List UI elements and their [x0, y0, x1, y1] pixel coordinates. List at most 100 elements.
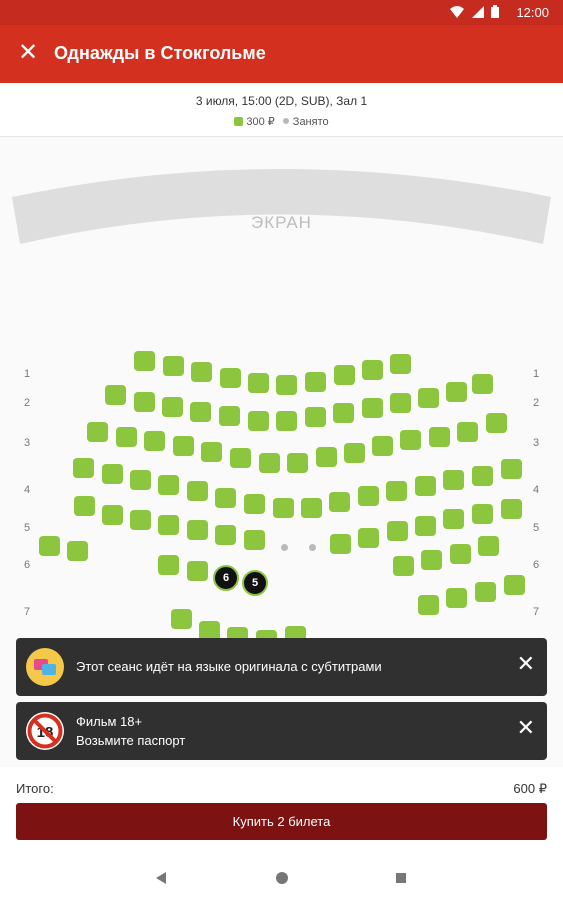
- seat[interactable]: [244, 530, 265, 550]
- seat[interactable]: [478, 536, 499, 556]
- seat[interactable]: [248, 373, 269, 393]
- seat[interactable]: [418, 595, 439, 615]
- seat[interactable]: [158, 555, 179, 575]
- seat[interactable]: [305, 407, 326, 427]
- seat[interactable]: [344, 443, 365, 463]
- seat[interactable]: [273, 498, 294, 518]
- seat[interactable]: [472, 466, 493, 486]
- row-label-left: 4: [23, 484, 31, 496]
- signal-icon: [471, 6, 484, 18]
- seat[interactable]: [158, 475, 179, 495]
- seat[interactable]: [358, 528, 379, 548]
- seat[interactable]: [418, 388, 439, 408]
- close-icon[interactable]: ✕: [16, 39, 40, 67]
- buy-button[interactable]: Купить 2 билета: [16, 803, 547, 840]
- seat[interactable]: [450, 544, 471, 564]
- home-icon[interactable]: [276, 872, 288, 884]
- seat[interactable]: [219, 406, 240, 426]
- seat[interactable]: [102, 464, 123, 484]
- seat[interactable]: [74, 496, 95, 516]
- close-age-notice-icon[interactable]: ✕: [517, 716, 535, 740]
- seat[interactable]: [390, 354, 411, 374]
- seat[interactable]: [130, 510, 151, 530]
- seat[interactable]: [244, 494, 265, 514]
- taken-seat: [309, 544, 316, 551]
- seat[interactable]: [386, 481, 407, 501]
- age-notice: 18 Фильм 18+ Возьмите паспорт ✕: [16, 702, 547, 760]
- seat[interactable]: [158, 515, 179, 535]
- seat[interactable]: [187, 520, 208, 540]
- seat[interactable]: [230, 448, 251, 468]
- seat[interactable]: [191, 362, 212, 382]
- recent-apps-icon[interactable]: [396, 873, 406, 883]
- seat[interactable]: [372, 436, 393, 456]
- seat[interactable]: [39, 536, 60, 556]
- row-label-left: 5: [23, 522, 31, 534]
- seat[interactable]: [134, 392, 155, 412]
- seat[interactable]: [187, 561, 208, 581]
- seat[interactable]: [446, 382, 467, 402]
- seat[interactable]: [457, 422, 478, 442]
- seat[interactable]: [329, 492, 350, 512]
- seat[interactable]: [501, 499, 522, 519]
- seat[interactable]: [362, 398, 383, 418]
- seat[interactable]: [276, 411, 297, 431]
- seat[interactable]: [475, 582, 496, 602]
- seat[interactable]: [73, 458, 94, 478]
- seat[interactable]: [421, 550, 442, 570]
- seat[interactable]: [116, 427, 137, 447]
- seat[interactable]: [87, 422, 108, 442]
- seat[interactable]: [443, 470, 464, 490]
- selected-seat[interactable]: 5: [242, 570, 268, 596]
- seat[interactable]: [220, 368, 241, 388]
- seat[interactable]: [163, 356, 184, 376]
- seat[interactable]: [472, 374, 493, 394]
- row-label-left: 7: [23, 606, 31, 618]
- seat[interactable]: [102, 505, 123, 525]
- seat[interactable]: [415, 476, 436, 496]
- seat[interactable]: [173, 436, 194, 456]
- seat[interactable]: [358, 486, 379, 506]
- seat[interactable]: [130, 470, 151, 490]
- seat[interactable]: [334, 365, 355, 385]
- seat[interactable]: [429, 427, 450, 447]
- seat[interactable]: [215, 525, 236, 545]
- close-subtitles-notice-icon[interactable]: ✕: [517, 652, 535, 676]
- seat[interactable]: [415, 516, 436, 536]
- seat[interactable]: [362, 360, 383, 380]
- seat[interactable]: [201, 442, 222, 462]
- seat[interactable]: [400, 430, 421, 450]
- selected-seat[interactable]: 6: [213, 565, 239, 591]
- seat[interactable]: [190, 402, 211, 422]
- seat[interactable]: [144, 431, 165, 451]
- seat[interactable]: [171, 609, 192, 629]
- seat[interactable]: [393, 556, 414, 576]
- seat[interactable]: [472, 504, 493, 524]
- subtitles-notice-text: Этот сеанс идёт на языке оригинала с суб…: [76, 659, 382, 674]
- seat[interactable]: [333, 403, 354, 423]
- seat[interactable]: [287, 453, 308, 473]
- wifi-icon: [450, 6, 465, 18]
- seat[interactable]: [67, 541, 88, 561]
- seat[interactable]: [316, 447, 337, 467]
- row-label-left: 3: [23, 437, 31, 449]
- seat[interactable]: [248, 411, 269, 431]
- seat[interactable]: [504, 575, 525, 595]
- seat[interactable]: [305, 372, 326, 392]
- back-icon[interactable]: [156, 872, 166, 884]
- seat[interactable]: [276, 375, 297, 395]
- seat[interactable]: [105, 385, 126, 405]
- seat[interactable]: [134, 351, 155, 371]
- seat[interactable]: [446, 588, 467, 608]
- seat[interactable]: [301, 498, 322, 518]
- seat[interactable]: [443, 509, 464, 529]
- seat[interactable]: [486, 413, 507, 433]
- seat[interactable]: [162, 397, 183, 417]
- seat[interactable]: [215, 488, 236, 508]
- seat[interactable]: [387, 521, 408, 541]
- seat[interactable]: [187, 481, 208, 501]
- seat[interactable]: [330, 534, 351, 554]
- seat[interactable]: [259, 453, 280, 473]
- seat[interactable]: [501, 459, 522, 479]
- seat[interactable]: [390, 393, 411, 413]
